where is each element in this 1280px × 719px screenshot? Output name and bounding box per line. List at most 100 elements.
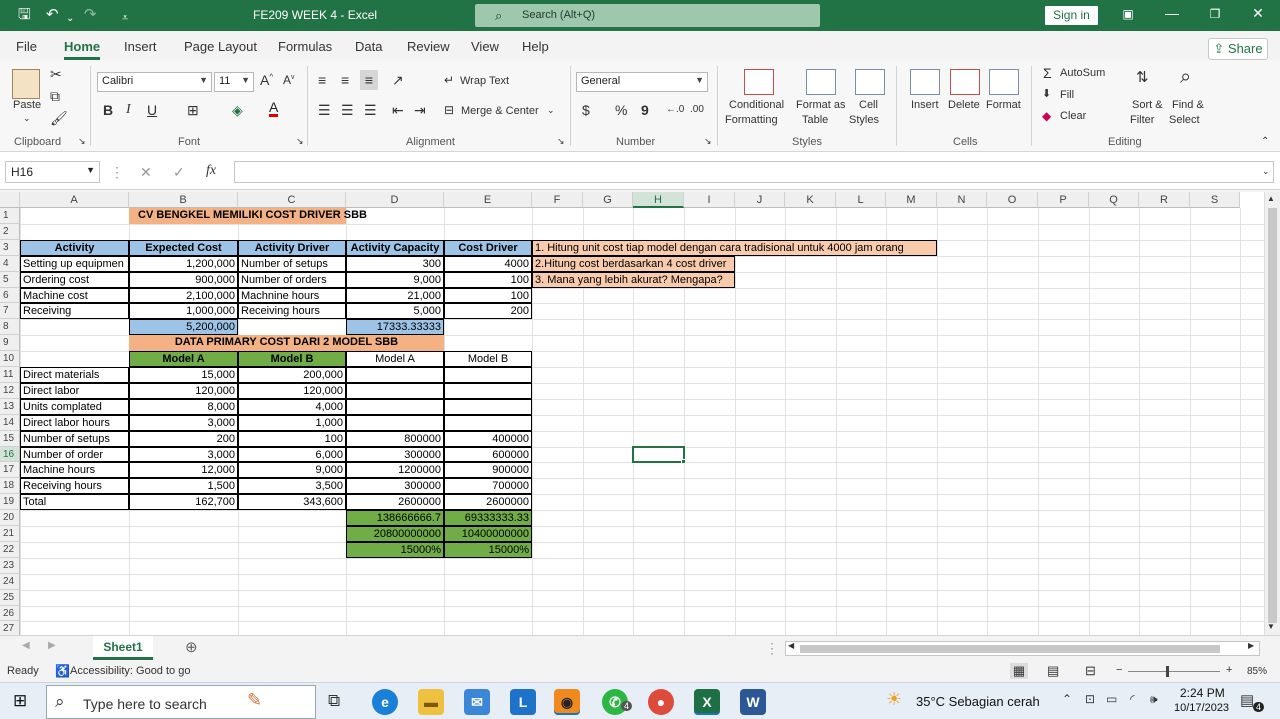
normal-view-icon[interactable]: ▦ (1010, 663, 1028, 679)
row-header-14[interactable]: 14 (0, 415, 20, 431)
primary-cost-name[interactable]: Number of order (20, 447, 129, 462)
page-layout-view-icon[interactable]: ▤ (1047, 663, 1059, 679)
primary-cost-name[interactable]: Receiving hours (20, 478, 129, 494)
model-b-value[interactable]: 100 (238, 431, 346, 447)
number-format-select[interactable]: General ▼ (576, 72, 708, 92)
activity-capacity[interactable]: 300 (346, 256, 444, 272)
expected-cost[interactable]: 900,000 (129, 272, 238, 288)
row-header-16[interactable]: 16 (0, 447, 20, 462)
model-b-result[interactable]: 10400000000 (444, 526, 532, 542)
model-b-calc[interactable] (444, 399, 532, 415)
volume-icon[interactable]: 🕪 (1150, 692, 1158, 707)
header-capacity[interactable]: Activity Capacity (346, 240, 444, 256)
italic-icon[interactable]: I (126, 102, 131, 118)
model-b-value[interactable]: 4,000 (238, 399, 346, 415)
windows-start-icon[interactable]: ⊞ (13, 691, 27, 711)
model-a-value[interactable]: 12,000 (129, 462, 238, 478)
ribbon-display-icon[interactable]: ▣ (1113, 7, 1143, 21)
model-a-value[interactable]: 162,700 (129, 494, 238, 510)
column-header-c[interactable]: C (238, 192, 346, 208)
copy-icon[interactable]: ⧉ (50, 88, 60, 105)
word-icon[interactable]: W (740, 689, 766, 715)
activity-name[interactable]: Receiving (20, 303, 129, 319)
column-header-q[interactable]: Q (1089, 192, 1139, 208)
row-header-15[interactable]: 15 (0, 431, 20, 447)
column-header-a[interactable]: A (20, 192, 129, 208)
model-a-calc[interactable]: 1200000 (346, 462, 444, 478)
model-a-value[interactable]: 120,000 (129, 383, 238, 399)
task-view-icon[interactable]: ⧉ (328, 691, 340, 711)
row-header-12[interactable]: 12 (0, 383, 20, 399)
primary-cost-name[interactable]: Direct materials (20, 367, 129, 383)
comma-style-icon[interactable]: 9 (641, 102, 649, 118)
primary-cost-name[interactable]: Units complated (20, 399, 129, 415)
primary-cost-title[interactable]: DATA PRIMARY COST DARI 2 MODEL SBB (129, 335, 444, 351)
spreadsheet-grid[interactable]: A B C D E F G H I J K L M N O P Q R S 1 2 3 4 5 6 7 8 9 10 11 12 13 14 15… (0, 192, 1264, 635)
model-b-calc[interactable]: 900000 (444, 462, 532, 478)
column-header-s[interactable]: S (1190, 192, 1240, 208)
hscroll-thumb[interactable] (800, 645, 1220, 653)
scroll-down-icon[interactable]: ▼ (1267, 622, 1275, 631)
clock-time[interactable]: 2:24 PM (1180, 686, 1225, 700)
activity-name[interactable]: Setting up equipmen (20, 256, 129, 272)
scroll-left-icon[interactable]: ◀ (788, 641, 794, 650)
excel-icon[interactable]: X (694, 689, 720, 715)
model-b-value[interactable]: 343,600 (238, 494, 346, 510)
align-center-icon[interactable]: ☰ (341, 102, 354, 119)
model-b-value[interactable]: 200,000 (238, 367, 346, 383)
column-header-i[interactable]: I (684, 192, 735, 208)
model-a-calc[interactable]: 800000 (346, 431, 444, 447)
model-b-calc[interactable]: 400000 (444, 431, 532, 447)
model-b-value[interactable]: 6,000 (238, 447, 346, 462)
mail-icon[interactable]: ✉ (464, 689, 490, 715)
vertical-scrollbar[interactable]: ▲ ▼ (1264, 192, 1280, 635)
column-header-j[interactable]: J (735, 192, 785, 208)
model-a-calc[interactable] (346, 399, 444, 415)
model-b-calc[interactable] (444, 383, 532, 399)
model-a-value[interactable]: 3,000 (129, 447, 238, 462)
cost-driver[interactable]: 200 (444, 303, 532, 319)
align-left-icon[interactable]: ☰ (318, 102, 331, 119)
decrease-decimal-icon[interactable]: .00 (690, 104, 704, 115)
app-orange-icon[interactable]: ◉ (554, 689, 580, 715)
model-a-value[interactable]: 200 (129, 431, 238, 447)
collapse-ribbon-icon[interactable]: ⌃ (1261, 136, 1269, 147)
activity-driver[interactable]: Machnine hours (238, 288, 346, 303)
row-header-23[interactable]: 23 (0, 558, 20, 574)
cost-driver[interactable]: 100 (444, 272, 532, 288)
column-header-f[interactable]: F (532, 192, 583, 208)
align-bottom-icon[interactable]: ≡ (360, 70, 378, 90)
zoom-slider[interactable] (1128, 671, 1220, 672)
tab-page-layout[interactable]: Page Layout (184, 39, 257, 54)
row-header-13[interactable]: 13 (0, 399, 20, 415)
column-header-e[interactable]: E (444, 192, 532, 208)
cut-icon[interactable]: ✂ (50, 66, 62, 83)
header-costdriver[interactable]: Cost Driver (444, 240, 532, 256)
model-a-calc[interactable]: 300000 (346, 447, 444, 462)
model-a-result[interactable]: 15000% (346, 542, 444, 558)
activity-driver[interactable]: Number of orders (238, 272, 346, 288)
align-right-icon[interactable]: ☰ (364, 102, 377, 119)
model-b-value[interactable]: 120,000 (238, 383, 346, 399)
row-header-7[interactable]: 7 (0, 303, 20, 319)
cost-driver[interactable]: 4000 (444, 256, 532, 272)
name-box[interactable]: H16 ▼ (5, 161, 100, 183)
minimize-icon[interactable]: — (1157, 5, 1187, 21)
fill-color-icon[interactable]: ◈ (232, 102, 243, 119)
zoom-out-icon[interactable]: − (1116, 664, 1122, 676)
model-b-calc[interactable]: 600000 (444, 447, 532, 462)
zoom-level[interactable]: 85% (1247, 666, 1267, 677)
activity-name[interactable]: Ordering cost (20, 272, 129, 288)
row-header-5[interactable]: 5 (0, 272, 20, 288)
row-header-11[interactable]: 11 (0, 367, 20, 383)
cv-bengkel-title[interactable]: CV BENGKEL MEMILIKI COST DRIVER SBB (129, 208, 376, 224)
lync-l-icon[interactable]: L (510, 689, 536, 715)
underline-icon[interactable]: U (147, 102, 157, 118)
meet-now-icon[interactable]: ⊡ (1085, 692, 1095, 706)
row-header-20[interactable]: 20 (0, 510, 20, 526)
insert-function-icon[interactable]: fx (206, 163, 216, 179)
accessibility-status[interactable]: Accessibility: Good to go (70, 665, 190, 677)
row-header-3[interactable]: 3 (0, 240, 20, 256)
font-launcher-icon[interactable]: ↘ (296, 136, 304, 147)
increase-indent-icon[interactable]: ⇥ (414, 102, 426, 119)
